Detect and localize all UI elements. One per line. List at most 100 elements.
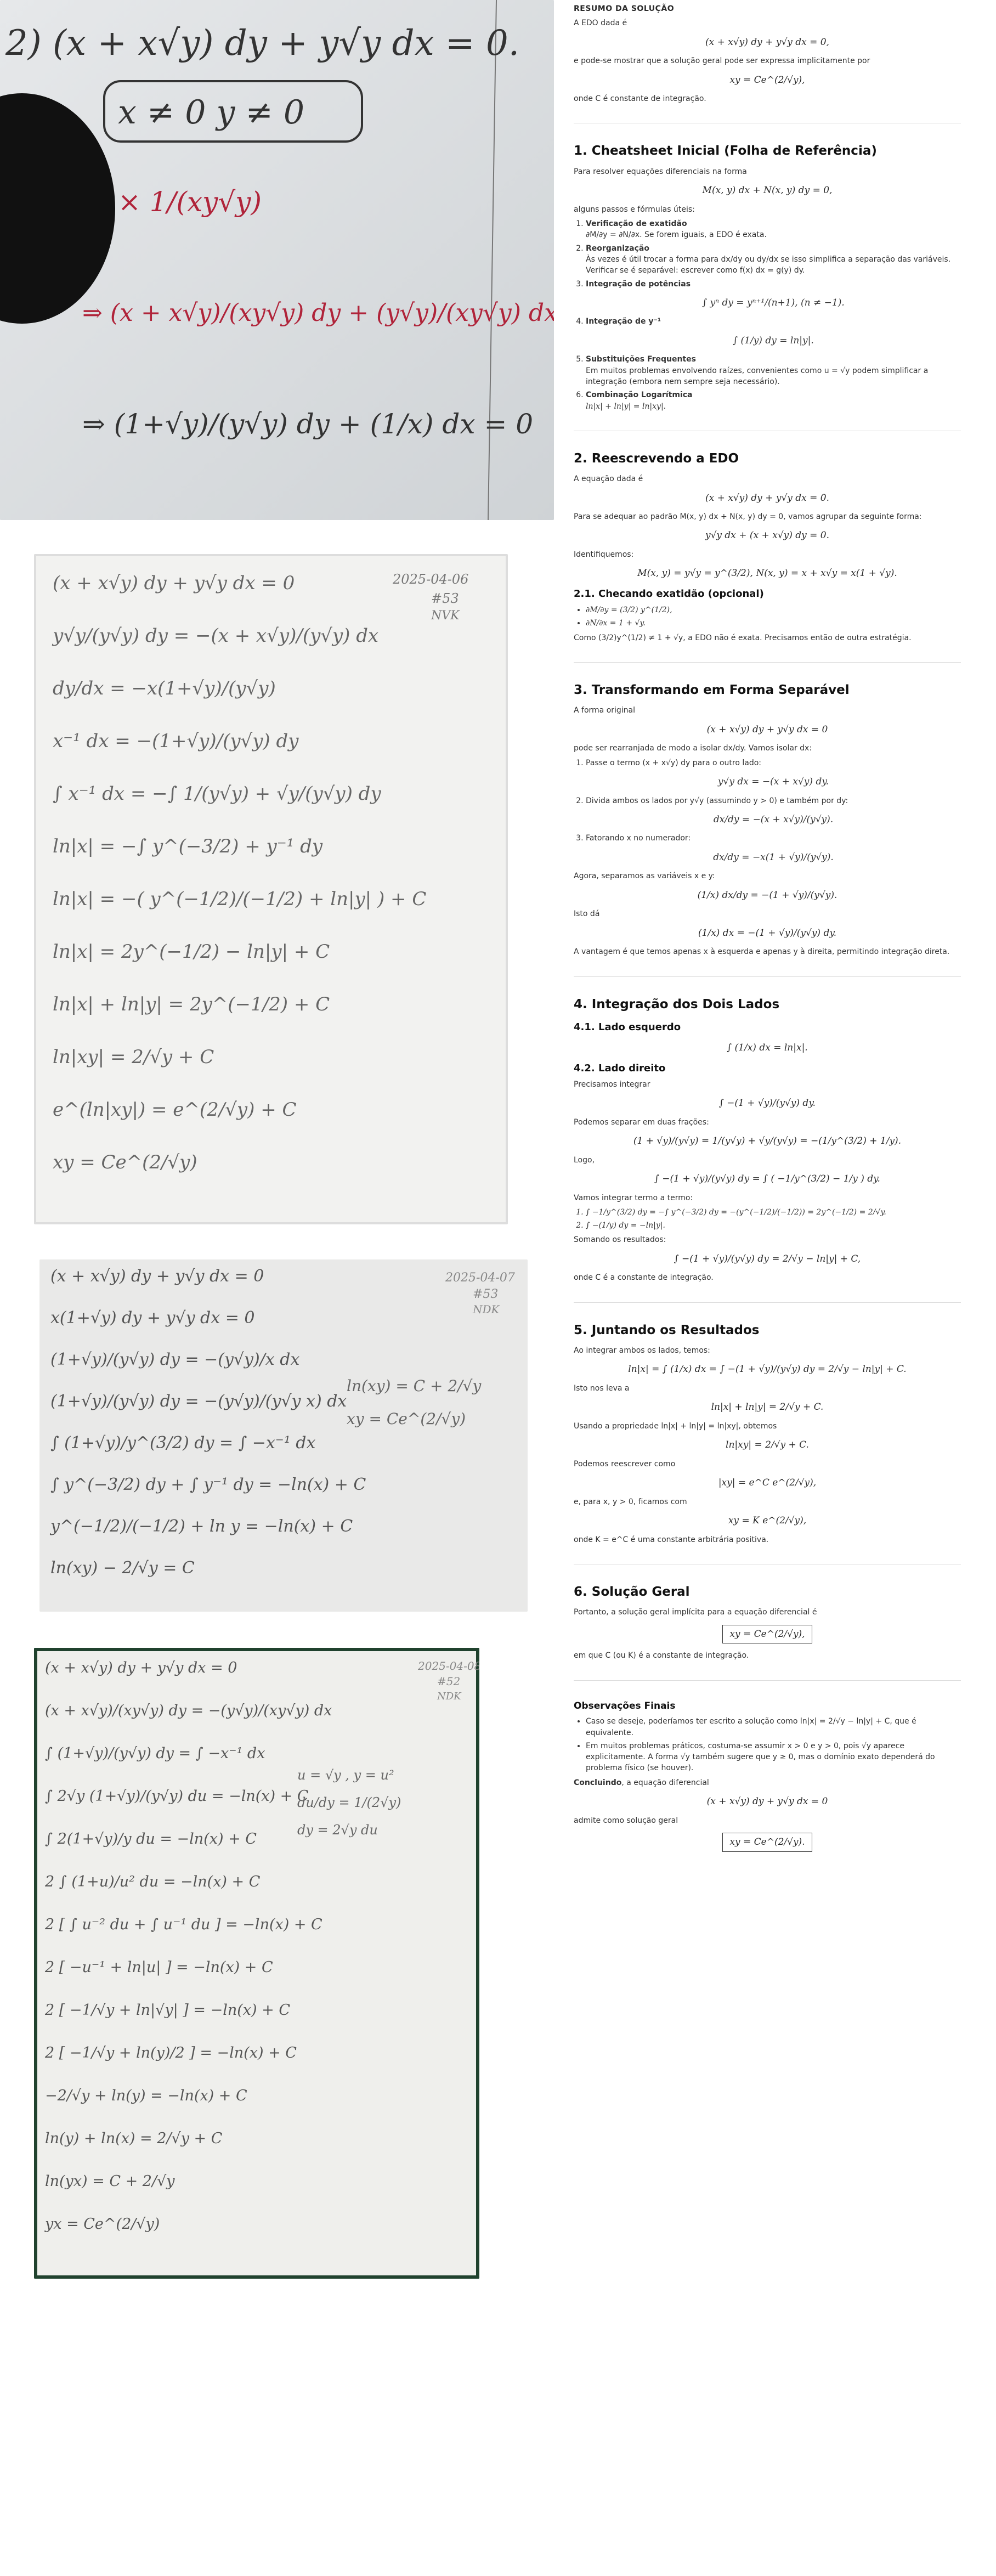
handwritten-line: y√y/(y√y) dy = −(x + x√y)/(y√y) dx bbox=[52, 625, 378, 647]
s5-re: Podemos reescrever como bbox=[574, 1459, 676, 1468]
s21-a: ∂M/∂y = (3/2) y^(1/2), bbox=[586, 605, 961, 615]
concl-eq: (x + x√y) dy + y√y dx = 0 bbox=[706, 1796, 828, 1807]
s42-eq2: (1 + √y)/(y√y) = 1/(y√y) + √y/(y√y) = −(… bbox=[633, 1136, 902, 1146]
handwritten-line: 2 [ ∫ u⁻² du + ∫ u⁻¹ du ] = −ln(x) + C bbox=[44, 1916, 322, 1933]
paper-image-1: 2025-04-06 #53 NVK (x + x√y) dy + y√y dx… bbox=[36, 556, 506, 1222]
s3-text: pode ser rearranjada de modo a isolar dx… bbox=[574, 744, 812, 753]
divider bbox=[574, 1302, 961, 1303]
conclusion: Concluindo, a equação diferencial bbox=[574, 1778, 709, 1787]
handwritten-line: yx = Ce^(2/√y) bbox=[44, 2216, 160, 2233]
s2-intro: A equação dada é bbox=[574, 474, 643, 484]
handwritten-side-note: dy = 2√y du bbox=[297, 1822, 378, 1838]
s1-item: Verificação de exatidão∂M/∂y = ∂N/∂x. Se… bbox=[586, 218, 961, 241]
s1-item: Combinação Logarítmicaln|x| + ln|y| = ln… bbox=[586, 389, 961, 412]
handwritten-line: (1+√y)/(y√y) dy = −(y√y)/(y√y x) dx bbox=[50, 1392, 347, 1411]
s3-list: Passe o termo (x + x√y) dy para o outro … bbox=[586, 758, 961, 865]
s3-eq5: (1/x) dx = −(1 + √y)/(y√y) dy. bbox=[698, 927, 837, 939]
handwritten-line: ∫ (1+√y)/(y√y) dy = ∫ −x⁻¹ dx bbox=[45, 1745, 265, 1762]
wb-mult: × 1/(xy√y) bbox=[118, 186, 262, 218]
s42-intro: Precisamos integrar bbox=[574, 1080, 650, 1089]
s5-k: onde K = e^C é uma constante arbitrária … bbox=[574, 1535, 769, 1544]
handwritten-line: ln|x| = −( y^(−1/2)/(−1/2) + ln|y| ) + C bbox=[53, 888, 426, 910]
handwritten-line: 2 [ −u⁻¹ + ln|u| ] = −ln(x) + C bbox=[44, 1959, 273, 1976]
divider bbox=[574, 662, 961, 663]
section-4-1-title: 4.1. Lado esquerdo bbox=[574, 1021, 681, 1033]
whiteboard-image: 2) (x + x√y) dy + y√y dx = 0. x ≠ 0 y ≠ … bbox=[0, 0, 554, 520]
resumo-eq: (x + x√y) dy + y√y dx = 0, bbox=[705, 36, 830, 48]
handwritten-line: (x + x√y) dy + y√y dx = 0 bbox=[45, 1659, 237, 1676]
handwritten-line: ln(y) + ln(x) = 2/√y + C bbox=[45, 2130, 223, 2147]
s1-form: M(x, y) dx + N(x, y) dy = 0, bbox=[702, 185, 833, 196]
handwritten-line: 2 ∫ (1+u)/u² du = −ln(x) + C bbox=[44, 1873, 261, 1890]
obs-list: Caso se deseje, poderíamos ter escrito a… bbox=[586, 1716, 961, 1773]
p4-note: #52 bbox=[437, 1675, 460, 1688]
paper-photo-2: 2025-04-07 #53 NDK (x + x√y) dy + y√y dx… bbox=[39, 1259, 528, 1612]
s3-item: Divida ambos os lados por y√y (assumindo… bbox=[586, 795, 961, 827]
handwritten-side-note: u = √y , y = u² bbox=[297, 1767, 394, 1783]
p4-sig: NDK bbox=[437, 1691, 462, 1702]
wb-cond: x ≠ 0 y ≠ 0 bbox=[118, 93, 304, 132]
handwritten-line: x⁻¹ dx = −(1+√y)/(y√y) dy bbox=[53, 730, 299, 752]
section-3-title: 3. Transformando em Forma Separável bbox=[574, 683, 850, 698]
s2-eq2: y√y dx + (x + x√y) dy = 0. bbox=[705, 530, 830, 541]
paper-photo-1: 2025-04-06 #53 NVK (x + x√y) dy + y√y dx… bbox=[34, 554, 508, 1224]
paper-image-3: 2025-04-08 #52 NDK (x + x√y) dy + y√y dx… bbox=[34, 1648, 479, 2279]
concl-adm: admite como solução geral bbox=[574, 1816, 678, 1825]
s1-list: Verificação de exatidão∂M/∂y = ∂N/∂x. Se… bbox=[586, 218, 961, 412]
s1-item: ReorganizaçãoÀs vezes é útil trocar a fo… bbox=[586, 243, 961, 276]
s5-eq5: xy = K e^(2/√y), bbox=[728, 1515, 807, 1527]
s2-ident: Identifiquemos: bbox=[574, 550, 634, 560]
handwritten-line: (x + x√y)/(xy√y) dy = −(y√y)/(xy√y) dx bbox=[45, 1702, 332, 1719]
s3-eq: (x + x√y) dy + y√y dx = 0 bbox=[706, 724, 828, 735]
handwritten-line: −2/√y + ln(y) = −ln(x) + C bbox=[45, 2087, 247, 2104]
p2-sig: NVK bbox=[431, 609, 460, 623]
resumo-intro: A EDO dada é bbox=[574, 19, 627, 28]
s42-const: onde C é a constante de integração. bbox=[574, 1273, 714, 1283]
handwritten-side-note: xy = Ce^(2/√y) bbox=[347, 1410, 466, 1428]
handwritten-line: 2 [ −1/√y + ln(y)/2 ] = −ln(x) + C bbox=[44, 2044, 297, 2061]
handwritten-line: ∫ 2(1+√y)/y du = −ln(x) + C bbox=[45, 1831, 257, 1848]
s21-list: ∂M/∂y = (3/2) y^(1/2), ∂N/∂x = 1 + √y. bbox=[586, 605, 961, 629]
obs-item: Em muitos problemas práticos, costuma-se… bbox=[586, 1741, 961, 1774]
handwritten-line: ln(xy) − 2/√y = C bbox=[50, 1558, 195, 1578]
handwritten-line: x(1+√y) dy + y√y dx = 0 bbox=[50, 1308, 254, 1327]
s1-steps-intro: alguns passos e fórmulas úteis: bbox=[574, 205, 695, 214]
s21-b: ∂N/∂x = 1 + √y. bbox=[586, 618, 961, 629]
solution-document: RESUMO DA SOLUÇÃO A EDO dada é (x + x√y)… bbox=[574, 3, 961, 1858]
wb-line1: 2) (x + x√y) dy + y√y dx = 0. bbox=[5, 23, 519, 64]
section-1-title: 1. Cheatsheet Inicial (Folha de Referênc… bbox=[574, 144, 877, 159]
p3-note: #53 bbox=[473, 1287, 498, 1301]
handwritten-side-note: ln(xy) = C + 2/√y bbox=[347, 1377, 482, 1395]
whiteboard-photo: 2) (x + x√y) dy + y√y dx = 0. x ≠ 0 y ≠ … bbox=[0, 0, 554, 520]
handwritten-line: ∫ (1+√y)/y^(3/2) dy = ∫ −x⁻¹ dx bbox=[50, 1433, 315, 1453]
section-2-1-title: 2.1. Checando exatidão (opcional) bbox=[574, 588, 764, 600]
s42-eq3: ∫ −(1 + √y)/(y√y) dy = ∫ ( −1/y^(3/2) − … bbox=[654, 1173, 880, 1184]
handwritten-line: (x + x√y) dy + y√y dx = 0 bbox=[50, 1267, 264, 1286]
s42-term: Vamos integrar termo a termo: bbox=[574, 1193, 693, 1202]
handwritten-line: ln(yx) = C + 2/√y bbox=[45, 2173, 175, 2190]
s2-mn: M(x, y) = y√y = y^(3/2), N(x, y) = x + x… bbox=[637, 568, 897, 579]
s21-text: Como (3/2)y^(1/2) ≠ 1 + √y, a EDO não é … bbox=[574, 633, 912, 642]
s6-const: em que C (ou K) é a constante de integra… bbox=[574, 1651, 749, 1660]
s3-sep: Agora, separamos as variáveis x e y: bbox=[574, 872, 715, 881]
handwritten-line: xy = Ce^(2/√y) bbox=[53, 1151, 197, 1173]
s5-eq: ln|x| = ∫ (1/x) dx = ∫ −(1 + √y)/(y√y) d… bbox=[628, 1364, 907, 1375]
wb-line3: ⇒ (1+√y)/(y√y) dy + (1/x) dx = 0 bbox=[82, 408, 533, 440]
s5-intro: Ao integrar ambos os lados, temos: bbox=[574, 1346, 710, 1355]
s42-t1: ∫ −1/y^(3/2) dy = −∫ y^(−3/2) dy = −(y^(… bbox=[586, 1207, 961, 1218]
divider bbox=[574, 1680, 961, 1681]
handwritten-line: ln|xy| = 2/√y + C bbox=[53, 1046, 214, 1068]
handwritten-line: ln|x| + ln|y| = 2y^(−1/2) + C bbox=[53, 993, 330, 1015]
handwritten-line: dy/dx = −x(1+√y)/(y√y) bbox=[53, 677, 276, 699]
p4-date: 2025-04-08 bbox=[417, 1659, 479, 1673]
section-2-title: 2. Reescrevendo a EDO bbox=[574, 451, 739, 466]
handwritten-line: ∫ y^(−3/2) dy + ∫ y⁻¹ dy = −ln(x) + C bbox=[50, 1475, 366, 1494]
section-5-title: 5. Juntando os Resultados bbox=[574, 1323, 760, 1337]
final-solution-box: xy = Ce^(2/√y). bbox=[722, 1832, 812, 1852]
handwritten-line: ln|x| = 2y^(−1/2) − ln|y| + C bbox=[53, 941, 330, 963]
s42-list: ∫ −1/y^(3/2) dy = −∫ y^(−3/2) dy = −(y^(… bbox=[586, 1207, 961, 1231]
resumo-solution: xy = Ce^(2/√y), bbox=[729, 74, 805, 86]
section-4-2-title: 4.2. Lado direito bbox=[574, 1062, 666, 1074]
s1-item: Substituições FrequentesEm muitos proble… bbox=[586, 354, 961, 387]
s3-intro: A forma original bbox=[574, 706, 636, 715]
